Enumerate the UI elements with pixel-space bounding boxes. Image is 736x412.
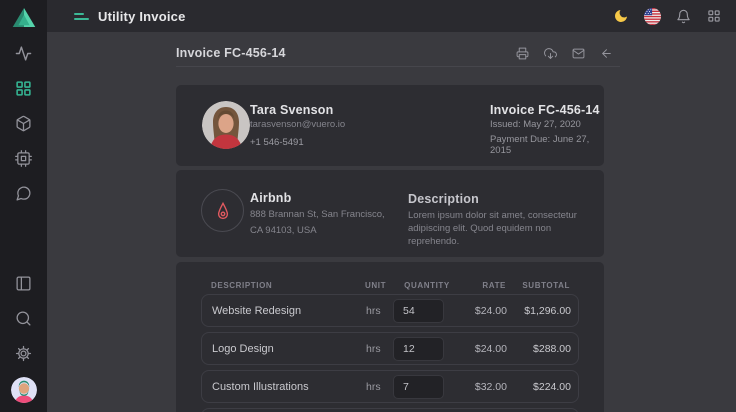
invoice-header-actions xyxy=(515,46,620,61)
invoice-issued-date: Issued: May 27, 2020 xyxy=(490,119,604,130)
client-email: tarasvenson@vuero.io xyxy=(250,119,345,130)
settings-gear-icon[interactable] xyxy=(13,342,35,364)
company-section: Airbnb 888 Brannan St, San Francisco, CA… xyxy=(176,170,604,257)
back-arrow-icon[interactable] xyxy=(599,46,614,61)
table-row: Logo Design hrs $24.00 $288.00 xyxy=(201,332,579,365)
client-name: Tara Svenson xyxy=(250,103,345,117)
airbnb-logo-icon xyxy=(201,189,244,232)
page-title: Utility Invoice xyxy=(98,9,186,24)
client-info: Tara Svenson tarasvenson@vuero.io +1 546… xyxy=(250,103,345,148)
client-photo-avatar xyxy=(202,101,250,149)
navbar: Utility Invoice xyxy=(47,0,736,32)
panel-icon[interactable] xyxy=(13,272,35,294)
sidebar xyxy=(0,0,47,412)
col-header-description: DESCRIPTION xyxy=(211,281,365,290)
col-header-rate: RATE xyxy=(462,281,506,290)
invoice-number-title: Invoice FC-456-14 xyxy=(176,46,286,60)
page-content: Invoice FC-456-14 xyxy=(47,32,736,412)
company-address-line1: 888 Brannan St, San Francisco, xyxy=(250,208,385,221)
quantity-input[interactable] xyxy=(393,375,444,399)
item-unit: hrs xyxy=(366,305,393,317)
dark-mode-moon-icon[interactable] xyxy=(612,7,630,25)
company-address-line2: CA 94103, USA xyxy=(250,224,385,237)
chat-icon[interactable] xyxy=(13,182,35,204)
navbar-actions xyxy=(612,7,723,25)
item-description: Custom Illustrations xyxy=(212,381,366,393)
print-icon[interactable] xyxy=(515,46,530,61)
invoice-payment-due: Payment Due: June 27, 2015 xyxy=(490,134,604,156)
apps-grid-icon[interactable] xyxy=(705,7,723,25)
col-header-quantity: QUANTITY xyxy=(392,281,462,290)
search-icon[interactable] xyxy=(13,307,35,329)
mail-icon[interactable] xyxy=(571,46,586,61)
company-name: Airbnb xyxy=(250,191,385,205)
item-subtotal: $224.00 xyxy=(507,381,571,393)
item-description: Logo Design xyxy=(212,343,366,355)
description-block: Description Lorem ipsum dolor sit amet, … xyxy=(408,192,594,248)
col-header-subtotal: SUBTOTAL xyxy=(506,281,570,290)
table-header-row: DESCRIPTION UNIT QUANTITY RATE SUBTOTAL xyxy=(211,280,569,290)
invoice-header: Invoice FC-456-14 xyxy=(176,40,620,67)
item-unit: hrs xyxy=(366,381,393,393)
col-header-unit: UNIT xyxy=(365,281,392,290)
item-description: Website Redesign xyxy=(212,305,366,317)
item-rate: $24.00 xyxy=(463,343,507,355)
sidebar-top-icons xyxy=(0,42,47,204)
quantity-input[interactable] xyxy=(393,299,444,323)
app-root: Utility Invoice xyxy=(0,0,736,412)
client-phone: +1 546-5491 xyxy=(250,137,345,148)
sidebar-bottom-icons xyxy=(0,272,47,403)
items-table-section: DESCRIPTION UNIT QUANTITY RATE SUBTOTAL … xyxy=(176,262,604,412)
notifications-bell-icon[interactable] xyxy=(674,7,692,25)
activity-icon[interactable] xyxy=(13,42,35,64)
item-subtotal: $1,296.00 xyxy=(507,305,571,317)
dashboards-grid-icon[interactable] xyxy=(13,77,35,99)
table-row: Custom Illustrations hrs $32.00 $224.00 xyxy=(201,370,579,403)
table-rows: Website Redesign hrs $24.00 $1,296.00 Lo… xyxy=(201,294,579,403)
table-row: Website Redesign hrs $24.00 $1,296.00 xyxy=(201,294,579,327)
cpu-icon[interactable] xyxy=(13,147,35,169)
invoice-meta-number: Invoice FC-456-14 xyxy=(490,103,604,117)
app-logo[interactable] xyxy=(0,3,47,32)
description-heading: Description xyxy=(408,192,594,206)
description-text: Lorem ipsum dolor sit amet, consectetur … xyxy=(408,209,594,248)
item-rate: $24.00 xyxy=(463,305,507,317)
language-flag-us-icon[interactable] xyxy=(643,7,661,25)
table-row-partial xyxy=(201,408,579,412)
quantity-input[interactable] xyxy=(393,337,444,361)
client-section: Tara Svenson tarasvenson@vuero.io +1 546… xyxy=(176,85,604,166)
user-avatar[interactable] xyxy=(11,377,37,403)
invoice-meta: Invoice FC-456-14 Issued: May 27, 2020 P… xyxy=(490,103,604,156)
box-icon[interactable] xyxy=(13,112,35,134)
menu-burger-icon[interactable] xyxy=(74,10,89,22)
triangle-logo-icon xyxy=(11,6,37,29)
item-subtotal: $288.00 xyxy=(507,343,571,355)
item-unit: hrs xyxy=(366,343,393,355)
company-info: Airbnb 888 Brannan St, San Francisco, CA… xyxy=(250,191,385,237)
item-rate: $32.00 xyxy=(463,381,507,393)
cloud-download-icon[interactable] xyxy=(543,46,558,61)
